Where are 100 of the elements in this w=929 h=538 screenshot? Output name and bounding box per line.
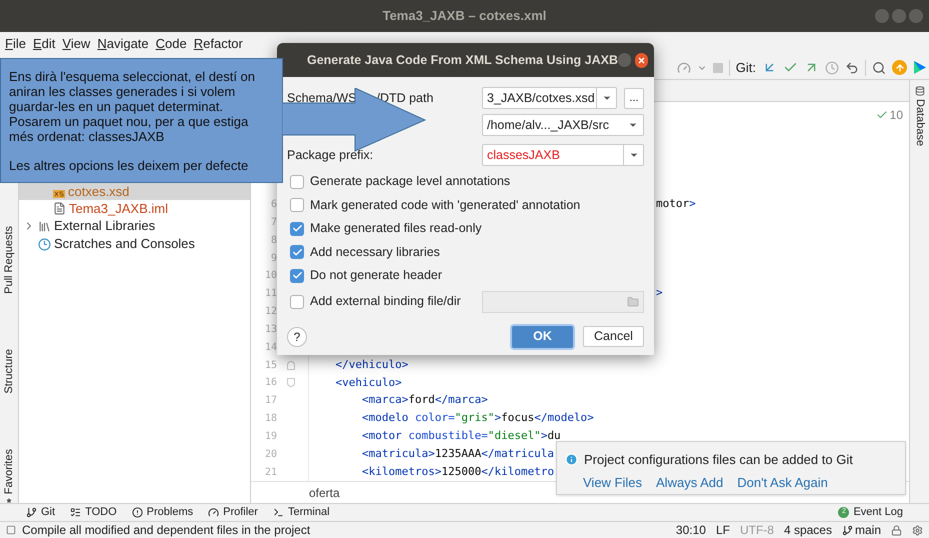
line-number: 21 xyxy=(264,466,278,480)
libraries-icon xyxy=(38,220,51,232)
info-icon xyxy=(565,453,578,466)
code-line: </vehiculo> xyxy=(334,356,408,373)
line-number: 14 xyxy=(264,340,278,355)
maximize-button[interactable] xyxy=(892,9,906,23)
menu-item[interactable]: Edit xyxy=(32,34,56,54)
line-ending[interactable]: LF xyxy=(716,521,730,538)
window-title: Tema3_JAXB – cotxes.xml xyxy=(382,7,546,26)
menu-item[interactable]: View xyxy=(62,34,90,54)
tool-window-tab[interactable]: Database xyxy=(911,99,928,146)
line-number: 9 xyxy=(270,252,278,266)
package-prefix-combo[interactable]: classesJAXB xyxy=(482,144,644,166)
tool-window-tab[interactable]: Structure xyxy=(0,348,18,394)
notification-link[interactable]: Don't Ask Again xyxy=(737,472,828,492)
list-icon xyxy=(70,507,82,518)
breadcrumb[interactable]: oferta xyxy=(309,484,340,502)
indent-setting[interactable]: 4 spaces xyxy=(784,521,832,538)
cancel-button[interactable]: Cancel xyxy=(583,326,644,347)
option-label: Mark generated code with 'generated' annotation xyxy=(310,196,580,214)
tree-item[interactable]: Tema3_JAXB.iml xyxy=(19,200,250,217)
line-number: 8 xyxy=(270,234,278,248)
close-button[interactable] xyxy=(634,52,648,68)
menu-item[interactable]: Code xyxy=(156,34,187,54)
checkbox[interactable] xyxy=(290,198,304,212)
revert-icon[interactable] xyxy=(845,60,859,74)
field-label: Package prefix: xyxy=(287,146,374,164)
field-label: Schema/WS xyxy=(287,90,356,107)
check-icon xyxy=(292,223,302,234)
code-line: <modelo color="gris">focus</modelo> xyxy=(360,410,594,426)
browse-button[interactable]: ... xyxy=(624,88,644,108)
stop-icon[interactable] xyxy=(712,62,723,72)
folder-icon xyxy=(627,296,639,308)
tool-tab[interactable]: Terminal xyxy=(272,504,330,521)
line-number: 20 xyxy=(264,448,278,462)
option-label: Do not generate header xyxy=(310,267,442,284)
dialog-title: Generate Java Code From XML Schema Using JAXB xyxy=(307,52,618,69)
check-icon xyxy=(292,246,302,258)
menu-item[interactable]: Refactor xyxy=(194,34,243,54)
help-button[interactable]: ? xyxy=(287,326,307,346)
star-icon xyxy=(4,498,14,503)
menu-item[interactable]: Navigate xyxy=(97,34,149,54)
history-icon[interactable] xyxy=(825,60,839,74)
play-logo-icon[interactable] xyxy=(913,60,927,75)
option-label: Generate package level annotations xyxy=(310,173,510,190)
settings-icon[interactable] xyxy=(912,524,923,536)
line-number: 15 xyxy=(264,358,278,373)
problems-count: 10 xyxy=(890,107,903,124)
check-icon xyxy=(292,270,302,282)
tool-tab[interactable]: Profiler xyxy=(208,504,258,521)
branch-widget[interactable]: main xyxy=(842,521,881,538)
search-icon[interactable] xyxy=(872,60,886,74)
checkbox[interactable] xyxy=(290,294,304,308)
tree-item[interactable]: External Libraries xyxy=(19,217,250,235)
close-icon xyxy=(638,56,645,64)
branch-icon xyxy=(842,524,853,536)
upgrade-icon[interactable] xyxy=(892,60,907,75)
square-icon xyxy=(6,525,16,535)
code-line: <marca>ford</marca> xyxy=(360,392,488,408)
checkbox[interactable] xyxy=(290,268,304,283)
checkbox[interactable] xyxy=(290,222,304,236)
code-line: <vehiculo> xyxy=(334,374,402,391)
branch-icon xyxy=(26,507,37,518)
tool-tab[interactable]: TODO xyxy=(70,504,117,521)
tool-window-tab[interactable]: Favorites xyxy=(0,448,18,494)
line-number: 19 xyxy=(264,430,278,444)
tree-item[interactable]: Scratches and Consoles xyxy=(19,235,250,253)
code-line: motor> xyxy=(656,196,696,212)
tool-tab[interactable]: Problems xyxy=(132,504,194,521)
cursor-position[interactable]: 30:10 xyxy=(676,521,706,538)
lock-icon[interactable] xyxy=(891,524,902,536)
output-directory-combo[interactable]: /home/alv..._JAXB/src xyxy=(482,114,644,136)
alert-icon xyxy=(132,507,143,518)
gauge-icon xyxy=(208,507,220,518)
binding-file-field[interactable] xyxy=(482,290,644,312)
line-number: 16 xyxy=(264,376,278,390)
line-number: 12 xyxy=(264,305,278,320)
ok-button[interactable]: OK xyxy=(512,326,573,348)
run-coverage-icon[interactable] xyxy=(676,60,691,74)
tool-window-tab[interactable]: Pull Requests xyxy=(0,226,18,294)
line-number: 11 xyxy=(264,287,278,302)
line-number: 13 xyxy=(264,322,278,337)
event-log-tab[interactable]: Event Log xyxy=(853,504,903,521)
code-line: <kilometros>125000</kilometro xyxy=(360,464,554,480)
notification-link[interactable]: View Files xyxy=(583,472,642,492)
tool-tab[interactable]: Git xyxy=(26,504,56,521)
notification-message: Project configurations files can be added to Git xyxy=(584,451,853,469)
git-label: Git: xyxy=(736,58,756,77)
option-label: Add necessary libraries xyxy=(310,244,440,261)
callout-text: Ens dirà l'esquema seleccionat, el destí on aniran les classes generades i si volem guardar-les en un paquet determinat. Posarem un paquet nou, per a que estiga més ordenat: classesJAXB xyxy=(9,69,256,144)
schema-path-combo[interactable]: 3_JAXB/cotxes.xsd xyxy=(482,87,617,109)
menu-item[interactable]: File xyxy=(5,34,26,54)
checkbox[interactable] xyxy=(290,245,304,260)
callout-text: Les altres opcions les deixem per defecte xyxy=(9,158,250,173)
checkbox[interactable] xyxy=(290,174,304,189)
notification-link[interactable]: Always Add xyxy=(656,472,724,492)
terminal-icon xyxy=(272,507,284,518)
xsd-file-icon xyxy=(53,190,65,198)
minimize-button[interactable] xyxy=(875,9,889,23)
code-line: > xyxy=(656,285,663,302)
